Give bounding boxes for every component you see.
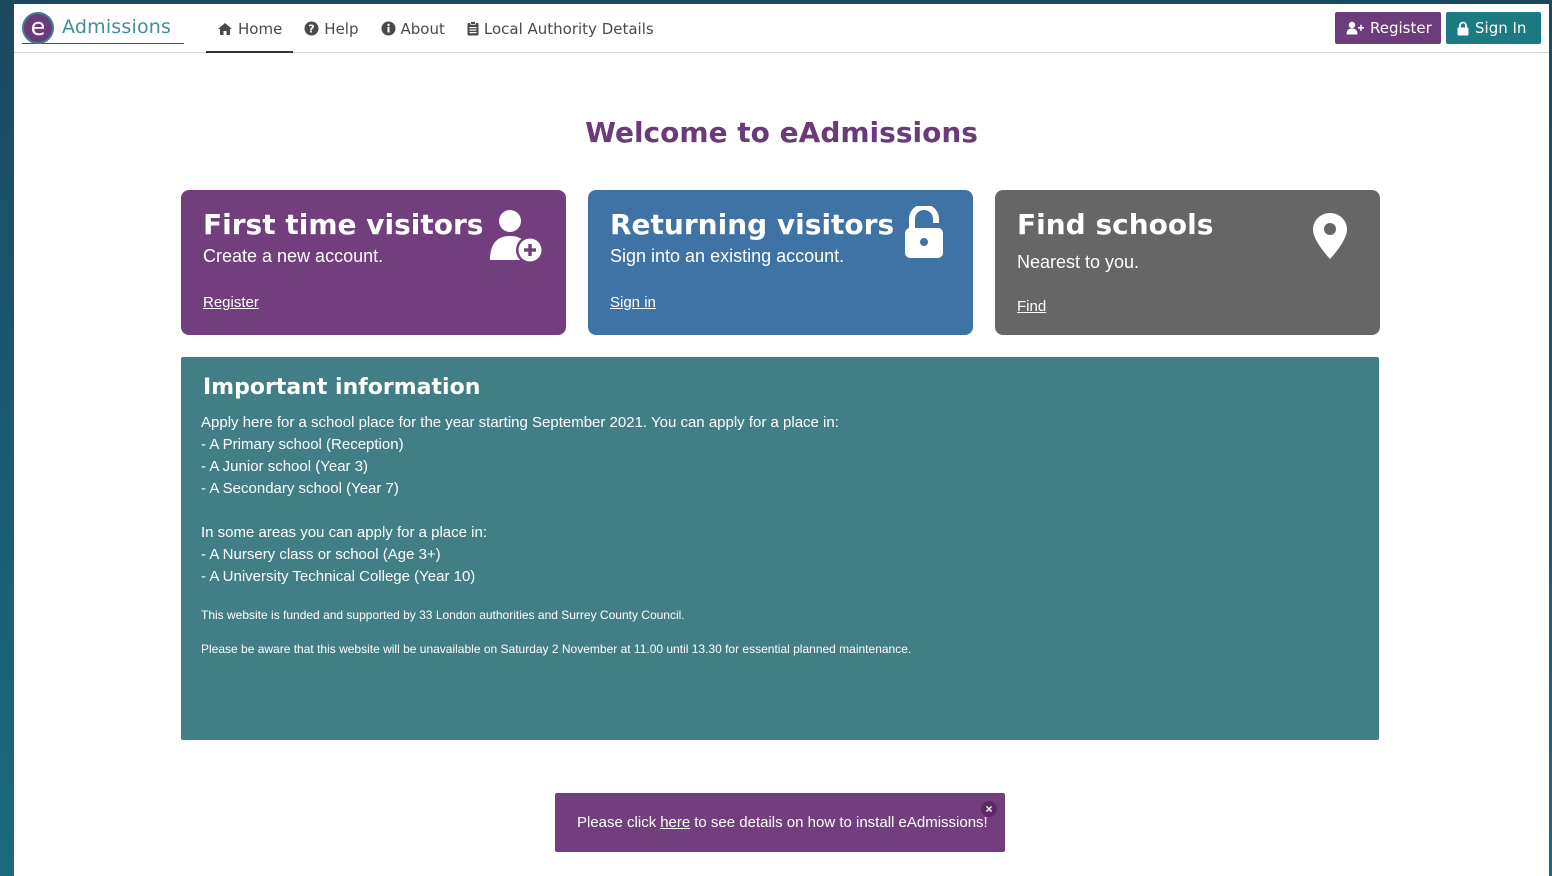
home-icon [217,22,233,36]
info-line: - A Secondary school (Year 7) [201,480,399,497]
clipboard-icon [467,21,479,36]
first-time-visitors-card: First time visitors Create a new account… [181,190,566,335]
navbar: e Admissions Home ? Help About Local Aut… [14,4,1549,53]
nav-help[interactable]: ? Help [293,4,369,53]
toast-prefix: Please click [577,814,657,831]
info-line: Apply here for a school place for the ye… [201,414,839,431]
toast-suffix: to see details on how to install eAdmiss… [694,814,988,831]
info-line: - A University Technical College (Year 1… [201,568,476,585]
info-circle-icon [381,21,396,36]
returning-visitors-card: Returning visitors Sign into an existing… [588,190,973,335]
card-subtitle: Nearest to you. [1017,252,1140,272]
lock-icon [1457,21,1469,36]
install-notification: Please click here to see details on how … [555,793,1005,852]
info-text: Apply here for a school place for the ye… [201,412,1359,588]
question-circle-icon: ? [304,21,319,36]
info-title: Important information [203,375,481,400]
register-button[interactable]: Register [1335,12,1441,44]
nav-home-label: Home [238,19,283,38]
register-button-label: Register [1370,19,1432,37]
card-title: Returning visitors [610,208,895,241]
user-plus-icon [488,208,546,271]
card-subtitle: Sign into an existing account. [610,246,845,266]
brand-logo[interactable]: e Admissions [22,12,184,44]
main-nav: Home ? Help About Local Authority Detail… [206,4,665,53]
signin-button-label: Sign In [1475,19,1527,37]
info-line: - A Junior school (Year 3) [201,458,369,475]
nav-help-label: Help [324,19,359,38]
map-marker-icon [1312,212,1348,265]
install-details-link[interactable]: here [660,814,690,831]
sign-in-link[interactable]: Sign in [610,294,656,311]
page: e Admissions Home ? Help About Local Aut… [14,4,1549,876]
user-plus-icon [1346,21,1364,35]
important-information-panel: Important information Apply here for a s… [181,357,1379,740]
card-title: Find schools [1017,208,1214,241]
signin-button[interactable]: Sign In [1446,12,1541,44]
info-line: In some areas you can apply for a place … [201,524,487,541]
info-line: - A Nursery class or school (Age 3+) [201,546,441,563]
funding-notice: This website is funded and supported by … [201,608,685,622]
nav-about-label: About [400,19,445,38]
lock-icon [903,204,945,265]
nav-about[interactable]: About [370,4,456,53]
close-icon[interactable]: × [981,801,997,817]
find-schools-card: Find schools Nearest to you. Find [995,190,1380,335]
svg-text:?: ? [309,23,315,36]
maintenance-notice: Please be aware that this website will b… [201,642,912,656]
nav-home[interactable]: Home [206,4,294,53]
find-link[interactable]: Find [1017,298,1046,315]
page-title: Welcome to eAdmissions [585,116,978,149]
brand-name: Admissions [62,16,172,38]
nav-local-authority-label: Local Authority Details [483,19,654,38]
info-line: - A Primary school (Reception) [201,436,404,453]
brand-logo-icon: e [22,12,54,44]
register-link[interactable]: Register [203,294,259,311]
nav-local-authority[interactable]: Local Authority Details [456,4,665,53]
